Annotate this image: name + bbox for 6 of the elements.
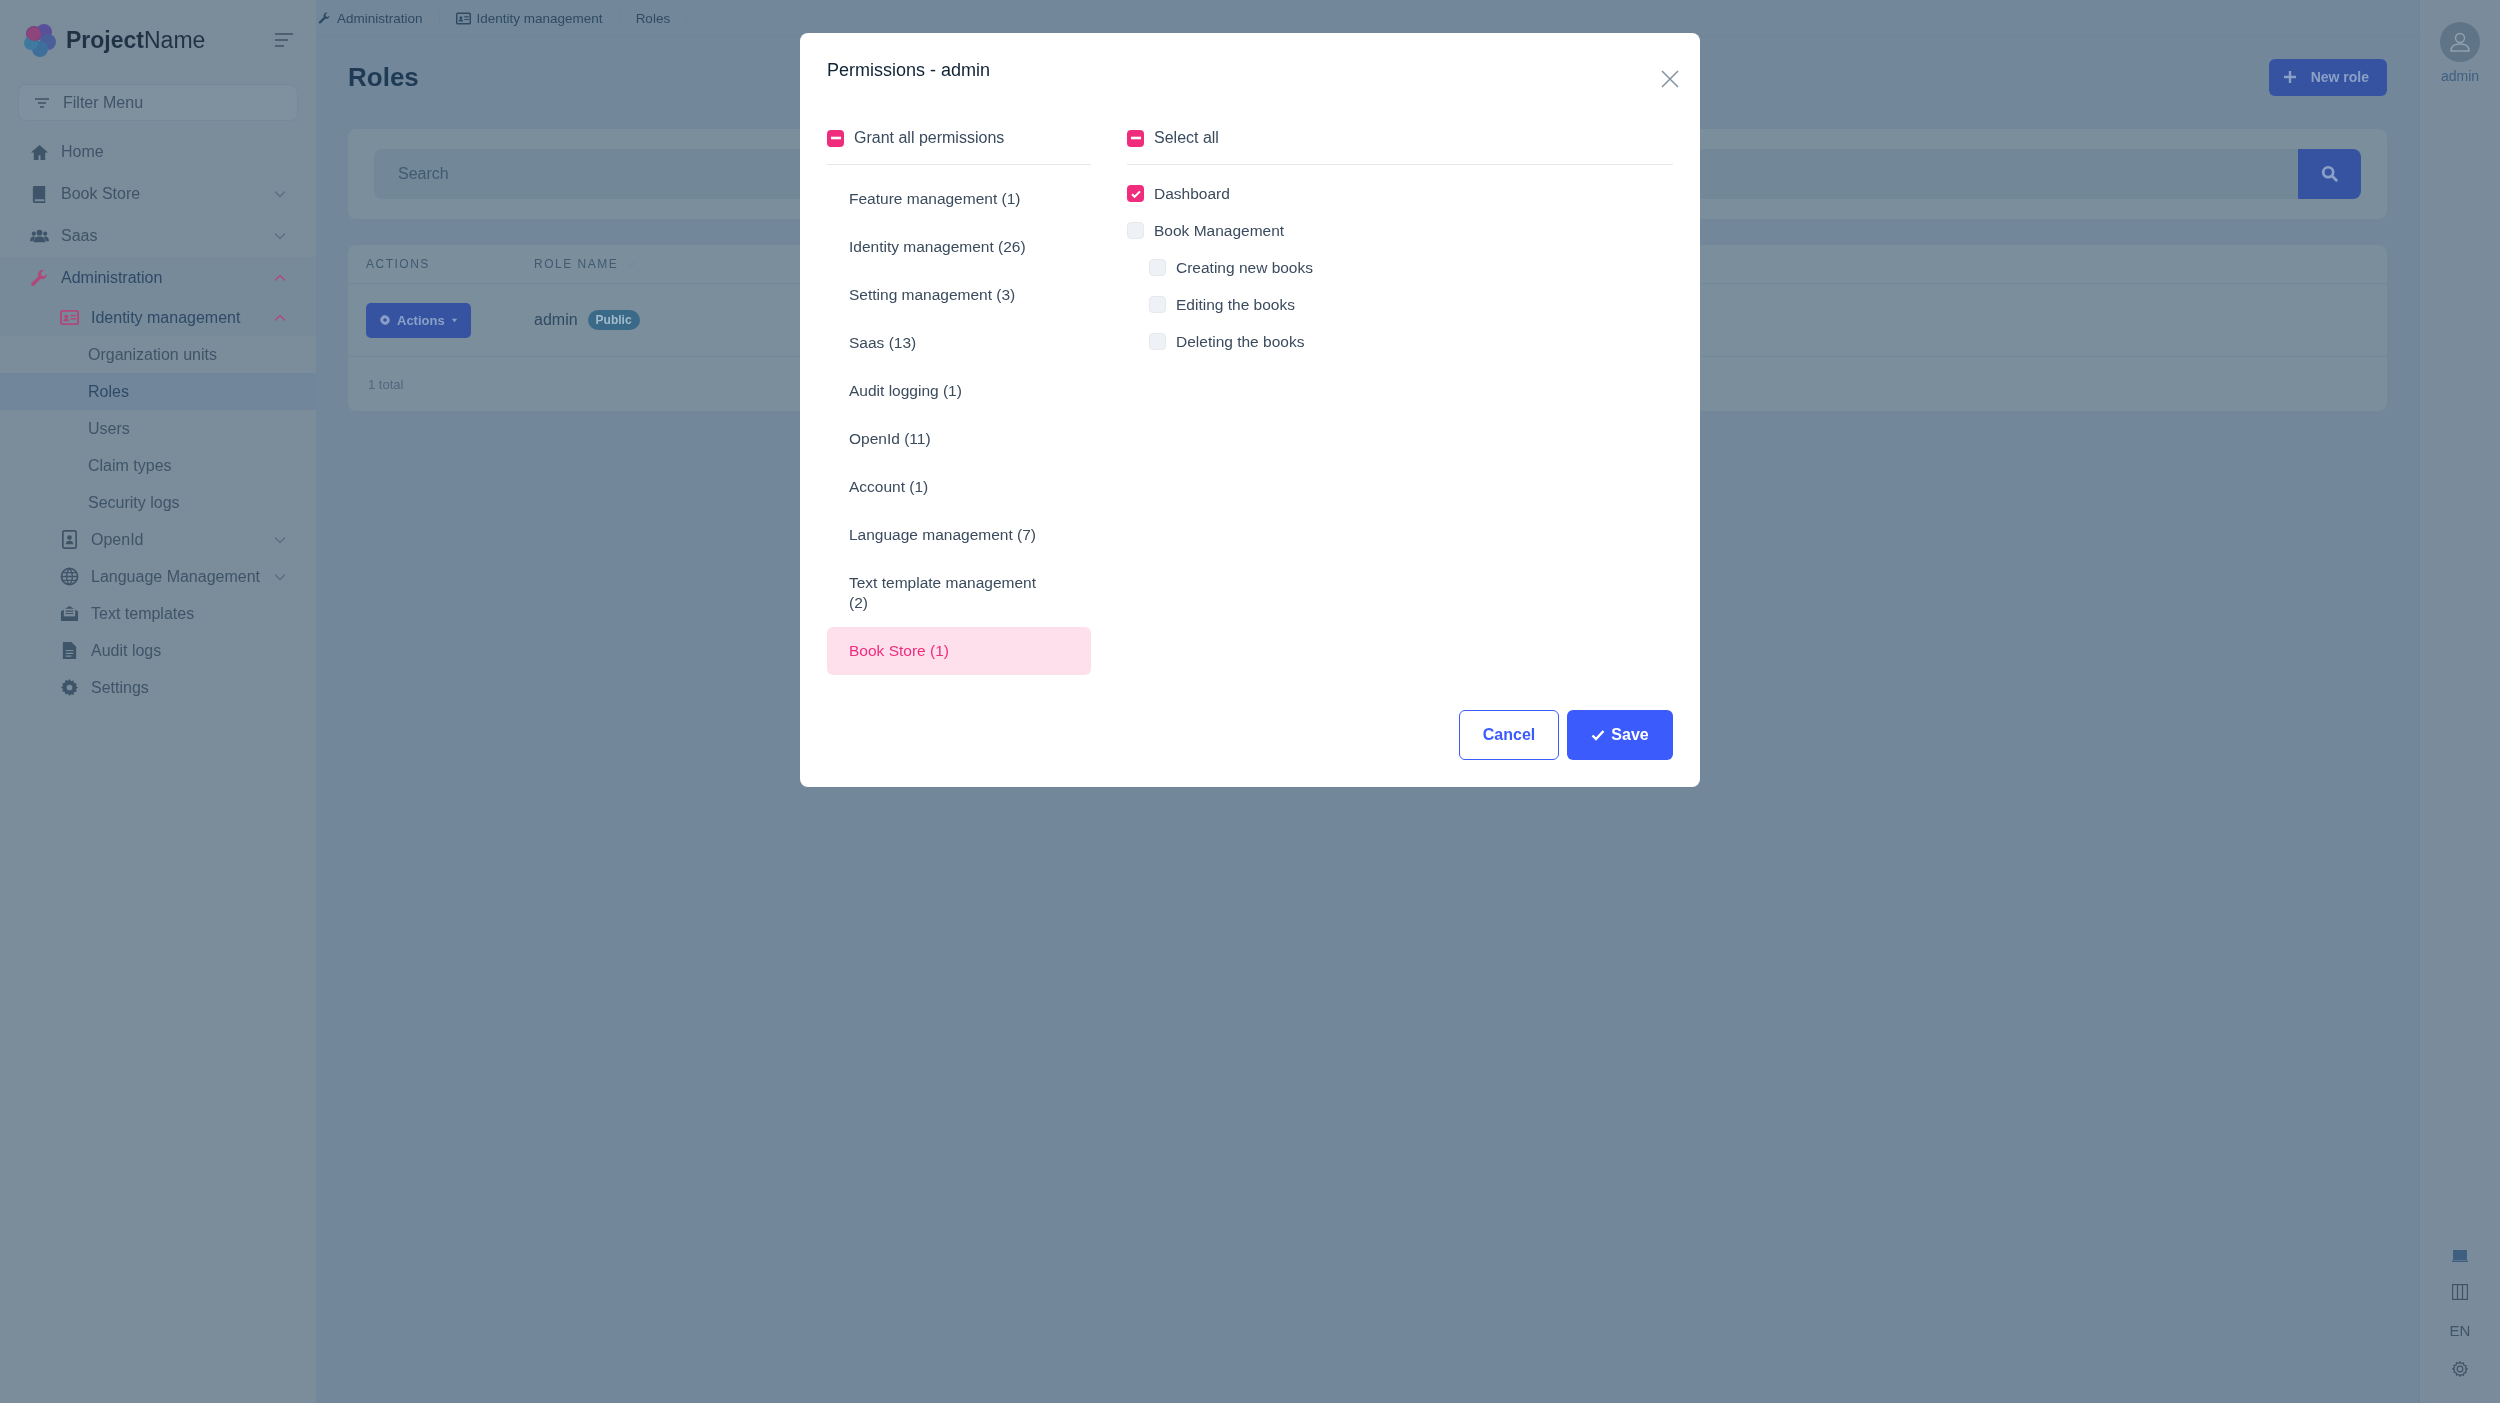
column-header: ACTIONS — [365, 257, 431, 271]
role-name: admin — [534, 311, 578, 329]
page-title: Roles — [348, 61, 419, 93]
dialog-title: Permissions - admin — [827, 60, 991, 81]
app-name: ProjectName — [66, 26, 207, 54]
public-badge: Public — [587, 310, 640, 330]
